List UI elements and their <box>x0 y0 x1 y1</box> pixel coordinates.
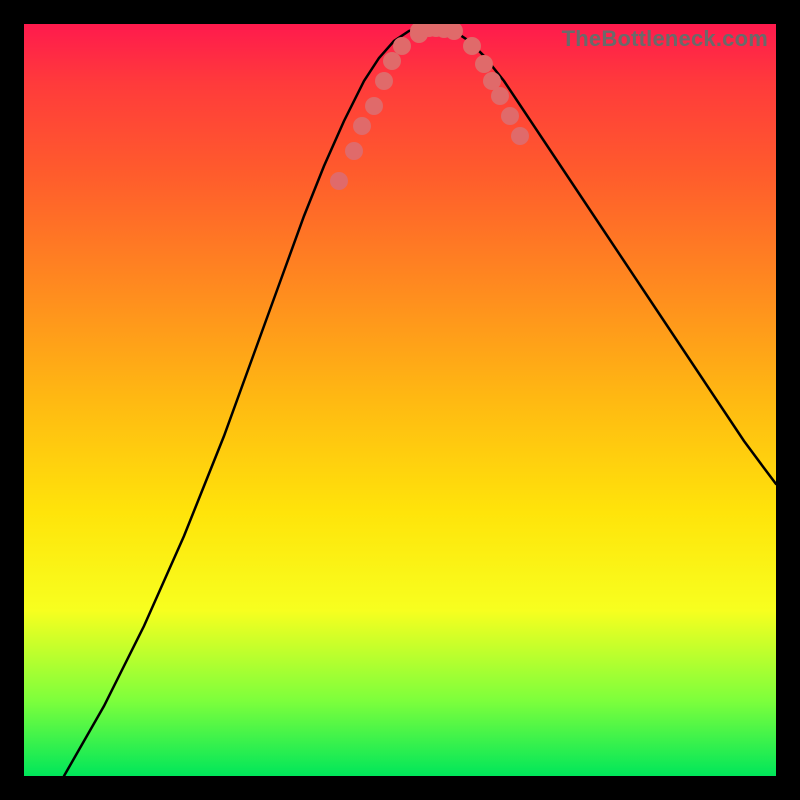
data-point <box>445 24 463 40</box>
data-point <box>463 37 481 55</box>
data-point <box>393 37 411 55</box>
data-point <box>330 172 348 190</box>
data-point <box>375 72 393 90</box>
chart-frame: TheBottleneck.com <box>24 24 776 776</box>
data-point <box>501 107 519 125</box>
data-point <box>475 55 493 73</box>
bottleneck-curve <box>24 24 776 776</box>
watermark-text: TheBottleneck.com <box>562 26 768 52</box>
data-point <box>353 117 371 135</box>
data-point <box>365 97 383 115</box>
data-point <box>511 127 529 145</box>
data-point <box>491 87 509 105</box>
data-point <box>383 52 401 70</box>
data-point <box>345 142 363 160</box>
